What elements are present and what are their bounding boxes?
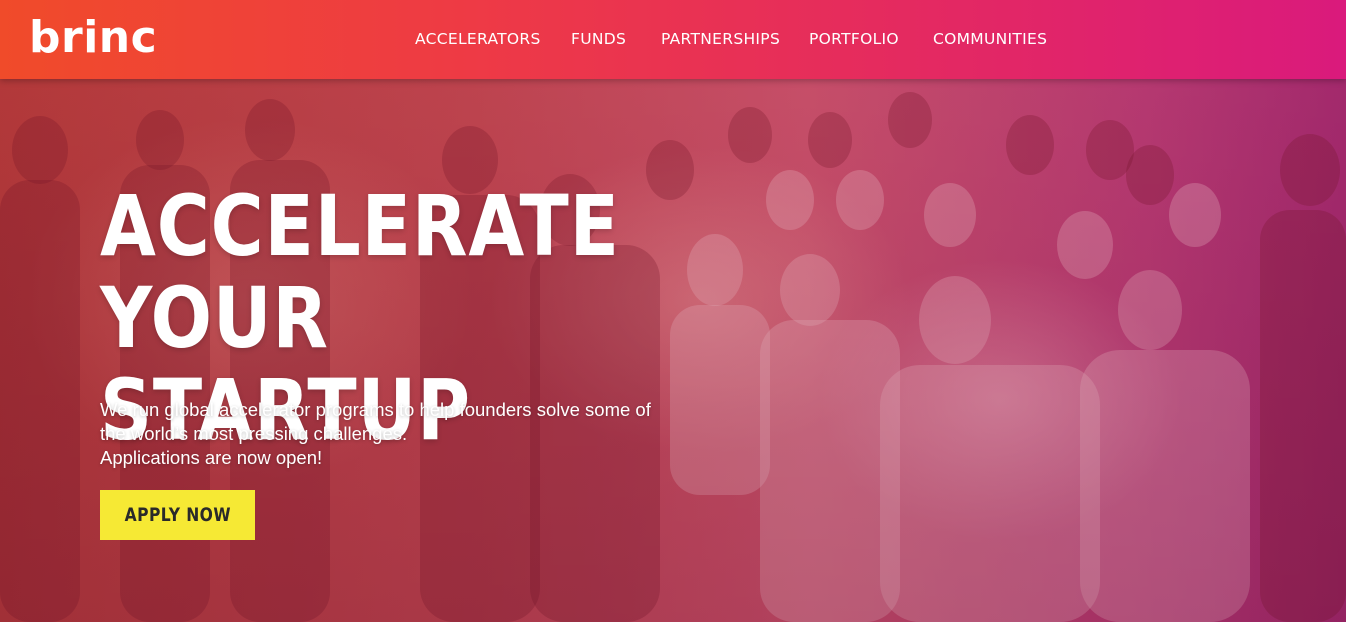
hero-description-line3: Applications are now open!: [100, 447, 323, 468]
nav-item-portfolio[interactable]: PORTFOLIO: [809, 28, 899, 50]
hero-description: We run global accelerator programs to he…: [100, 398, 720, 470]
hero-headline-line1: ACCELERATE: [100, 177, 620, 275]
nav-item-partnerships[interactable]: PARTNERSHIPS: [661, 28, 780, 50]
main-nav: ACCELERATORS FUNDS PARTNERSHIPS PORTFOLI…: [0, 28, 1346, 52]
nav-item-communities[interactable]: COMMUNITIES: [933, 28, 1047, 50]
site-header: brinc ACCELERATORS FUNDS PARTNERSHIPS PO…: [0, 0, 1346, 79]
apply-now-button[interactable]: APPLY NOW: [100, 490, 255, 540]
nav-item-funds[interactable]: FUNDS: [571, 28, 626, 50]
nav-item-accelerators[interactable]: ACCELERATORS: [415, 28, 541, 50]
hero-description-line1: We run global accelerator programs to he…: [100, 399, 651, 420]
hero-description-line2: the world’s most pressing challenges.: [100, 423, 408, 444]
page: brinc ACCELERATORS FUNDS PARTNERSHIPS PO…: [0, 0, 1346, 622]
apply-now-label: APPLY NOW: [124, 504, 231, 526]
